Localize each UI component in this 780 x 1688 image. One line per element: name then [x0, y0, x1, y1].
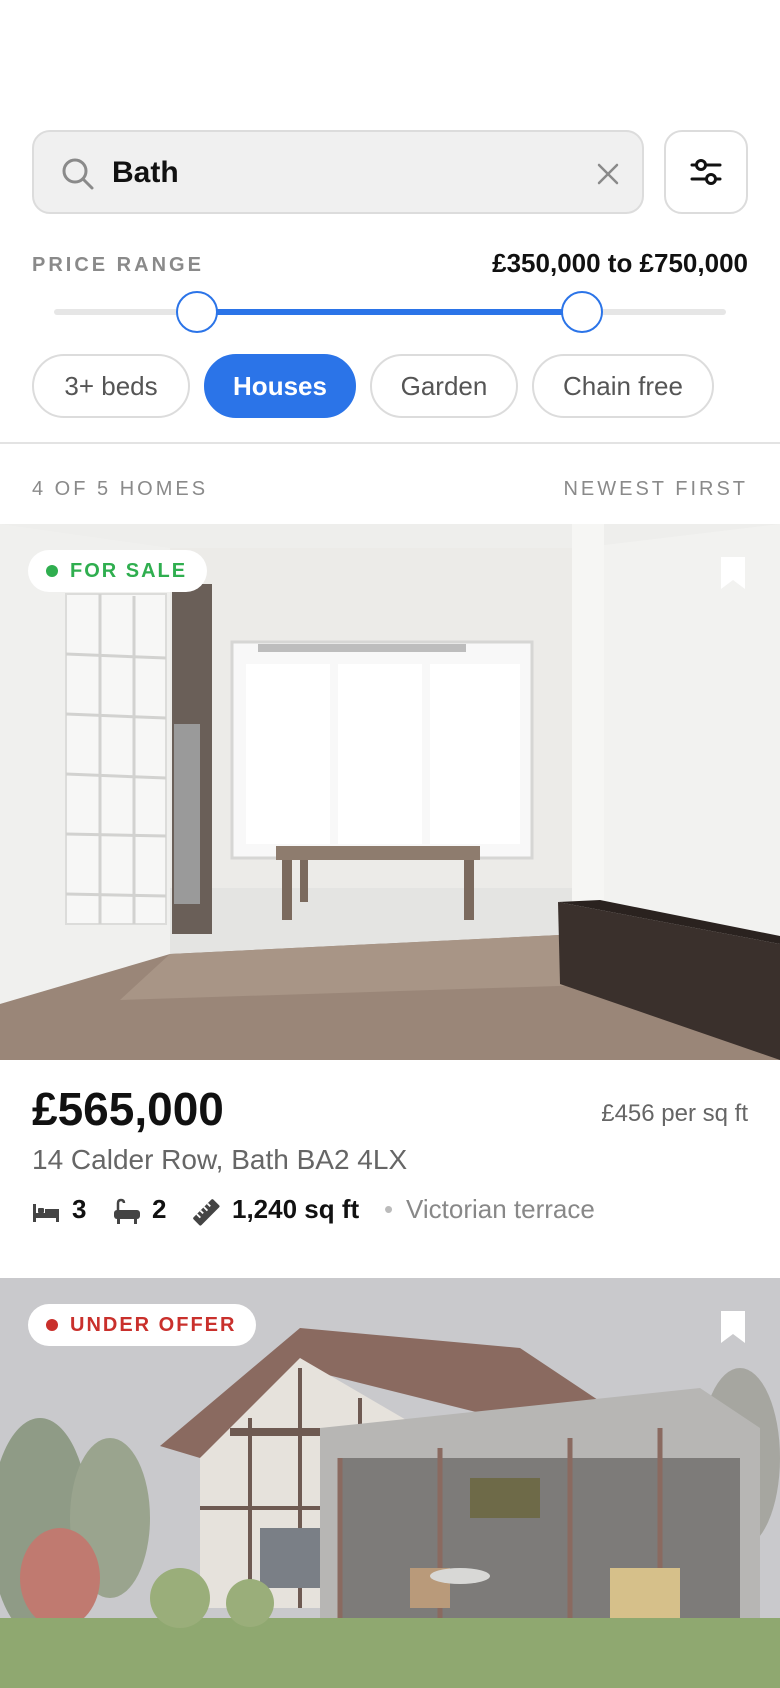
separator-dot: • [384, 1194, 394, 1224]
search-box[interactable] [32, 130, 644, 214]
listing-photo[interactable]: UNDER OFFER [0, 1278, 780, 1688]
search-input[interactable] [112, 146, 552, 200]
status-badge: FOR SALE [28, 550, 208, 592]
listing-price: £565,000 [32, 1083, 224, 1135]
status-badge: UNDER OFFER [28, 1304, 257, 1346]
search-icon [62, 158, 94, 190]
ruler-icon [193, 1199, 220, 1226]
divider [0, 442, 780, 444]
property-type: Victorian terrace [406, 1194, 595, 1224]
chip-chain-free[interactable]: Chain free [532, 354, 714, 418]
baths-count: 2 [152, 1194, 167, 1224]
filter-button[interactable] [664, 130, 748, 214]
price-range-max-handle[interactable] [561, 291, 603, 333]
bed-icon [33, 1204, 59, 1222]
status-text: FOR SALE [70, 559, 188, 582]
listing-specs: 3 2 1,240 sq ft • Victorian terrace [32, 1192, 748, 1232]
results-count: 4 OF 5 HOMES [32, 478, 209, 500]
price-range-label: PRICE RANGE [32, 254, 204, 276]
bookmark-icon[interactable] [720, 556, 746, 590]
price-range-fill [197, 309, 582, 315]
sort-button[interactable]: NEWEST FIRST [563, 478, 748, 501]
listing-price-per-sqft: £456 per sq ft [601, 1100, 748, 1127]
price-range-value: £350,000 to £750,000 [492, 248, 748, 278]
area-value: 1,240 sq ft [232, 1194, 360, 1224]
listing-address: 14 Calder Row, Bath BA2 4LX [32, 1144, 408, 1175]
beds-count: 3 [72, 1194, 87, 1224]
chip-houses[interactable]: Houses [204, 354, 356, 418]
chip-garden[interactable]: Garden [370, 354, 518, 418]
price-range-min-handle[interactable] [176, 291, 218, 333]
status-text: UNDER OFFER [70, 1313, 237, 1336]
sliders-icon [690, 159, 722, 185]
interior-photo [0, 524, 780, 1060]
bath-icon [114, 1198, 140, 1224]
bookmark-icon[interactable] [720, 1310, 746, 1344]
close-icon[interactable] [590, 156, 626, 192]
listing-photo[interactable]: FOR SALE [0, 524, 780, 1060]
status-dot [46, 1319, 58, 1331]
chip-3-beds[interactable]: 3+ beds [32, 354, 190, 418]
status-dot [46, 565, 58, 577]
search-row [32, 130, 748, 214]
